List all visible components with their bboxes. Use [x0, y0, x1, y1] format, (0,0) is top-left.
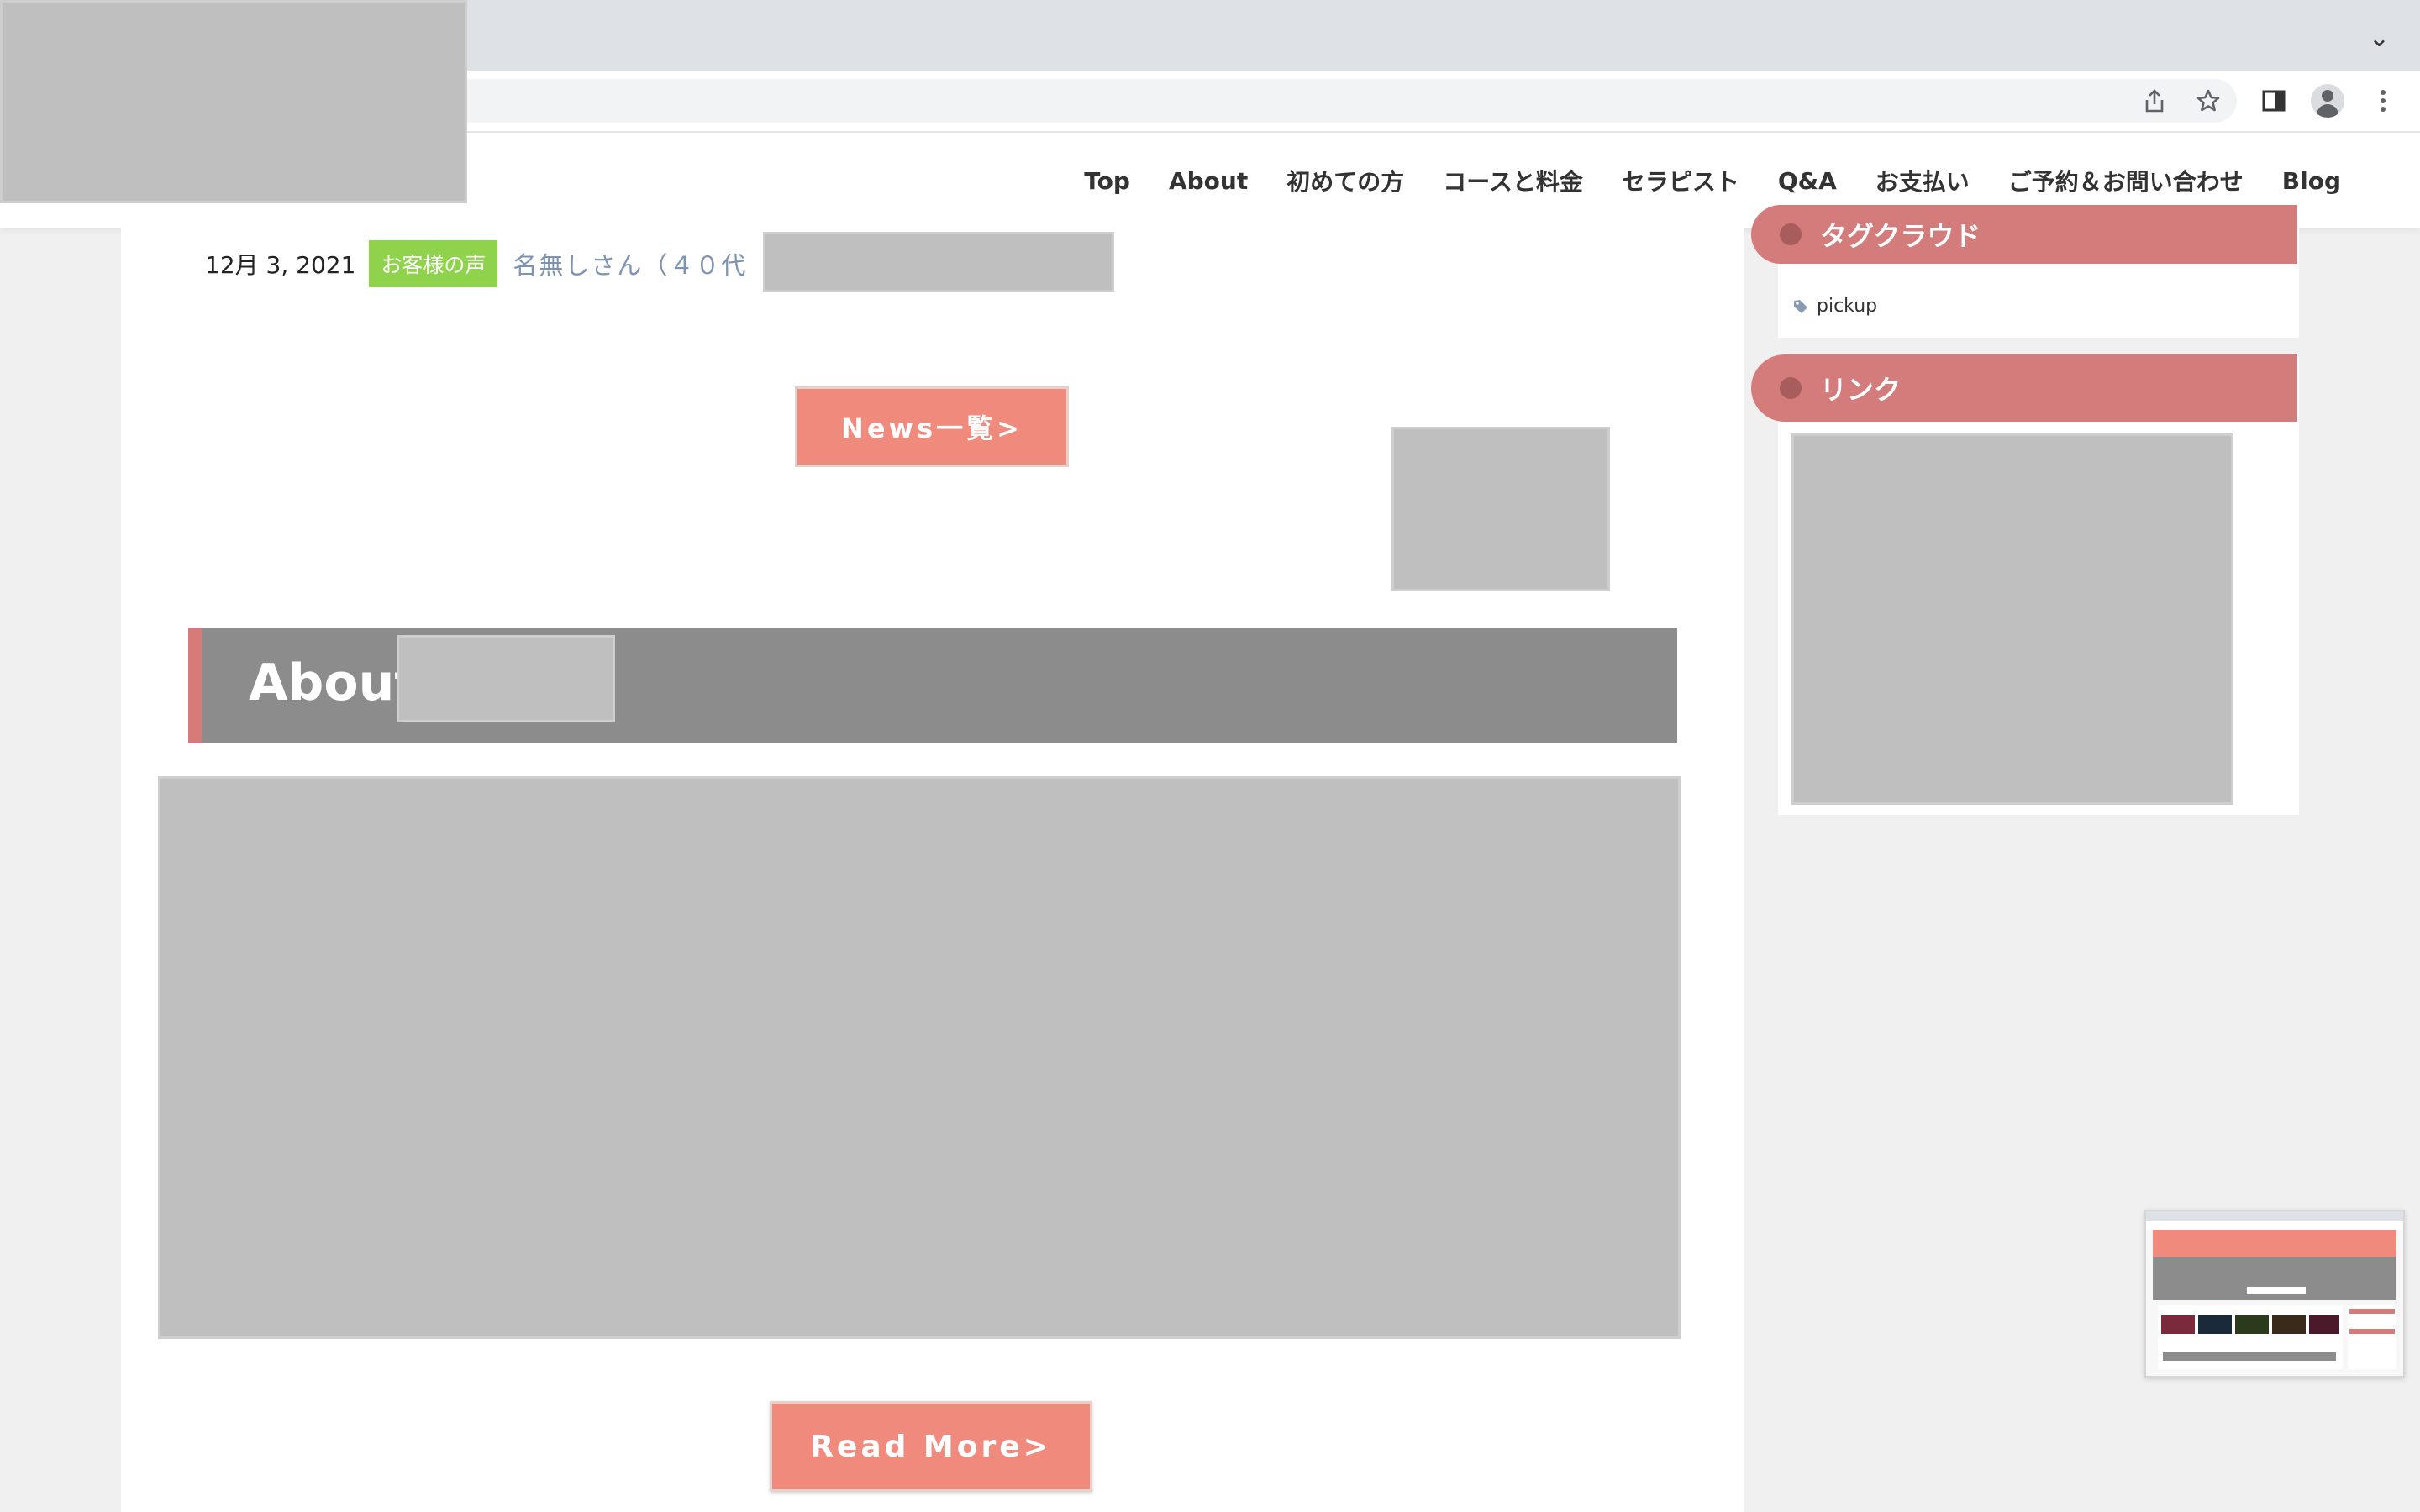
redacted-heading-suffix [397, 635, 615, 722]
nav-item-top[interactable]: Top [1084, 167, 1130, 195]
links-widget: リンク [1751, 354, 2299, 815]
category-badge[interactable]: お客様の声 [369, 240, 498, 287]
redacted-post-title [763, 232, 1114, 292]
avatar [2311, 84, 2344, 118]
tag-cloud-widget: タグクラウド pickup [1751, 205, 2299, 338]
links-title: リンク [1820, 374, 1902, 406]
nav-item-blog[interactable]: Blog [2282, 167, 2341, 195]
read-more-button[interactable]: Read More> [770, 1401, 1092, 1492]
profile-icon[interactable] [2309, 82, 2346, 119]
tag-cloud-header: タグクラウド [1751, 205, 2297, 264]
side-panel-icon[interactable] [2255, 82, 2292, 119]
nav-item-about[interactable]: About [1169, 167, 1248, 195]
post-entry[interactable]: 12月 3, 2021 お客様の声 名無しさん（４０代 [205, 239, 747, 289]
main-content: 12月 3, 2021 お客様の声 名無しさん（４０代 News一覧> Abou… [121, 228, 1744, 1512]
screenshot-thumbnail[interactable] [2144, 1210, 2405, 1378]
redacted-link-banner[interactable] [1791, 433, 2233, 805]
redacted-image-small [1392, 427, 1610, 591]
redacted-about-image [158, 776, 1681, 1339]
about-heading-text: About [249, 654, 419, 712]
nav-item-qa[interactable]: Q&A [1778, 167, 1837, 195]
post-title-link[interactable]: 名無しさん（４０代 [513, 246, 747, 281]
more-icon[interactable] [2365, 82, 2402, 119]
about-section-heading: About [188, 628, 1677, 743]
redacted-tab-area [0, 0, 467, 203]
tab-search-chevron-icon[interactable]: ⌄ [2369, 24, 2390, 53]
share-icon[interactable] [2136, 82, 2173, 119]
news-list-button[interactable]: News一覧> [795, 386, 1069, 467]
widget-dot-icon [1780, 377, 1802, 399]
links-header: リンク [1751, 354, 2297, 422]
browser-tab-strip: ⌄ [0, 0, 2420, 203]
tag-cloud-title: タグクラウド [1820, 220, 1981, 252]
post-date: 12月 3, 2021 [205, 251, 356, 279]
tag-icon [1794, 299, 1807, 313]
nav-item-payment[interactable]: お支払い [1876, 164, 1970, 197]
widget-dot-icon [1780, 223, 1802, 245]
nav-item-reservation[interactable]: ご予約＆お問い合わせ [2008, 164, 2244, 197]
nav-item-first-time[interactable]: 初めての方 [1286, 164, 1404, 197]
tag-pickup[interactable]: pickup [1793, 296, 1877, 317]
nav-item-therapists[interactable]: セラピスト [1622, 164, 1739, 197]
star-icon[interactable] [2190, 82, 2227, 119]
nav-item-courses[interactable]: コースと料金 [1443, 164, 1583, 197]
thumbnail-preview [2146, 1211, 2403, 1369]
tag-label: pickup [1817, 296, 1878, 317]
